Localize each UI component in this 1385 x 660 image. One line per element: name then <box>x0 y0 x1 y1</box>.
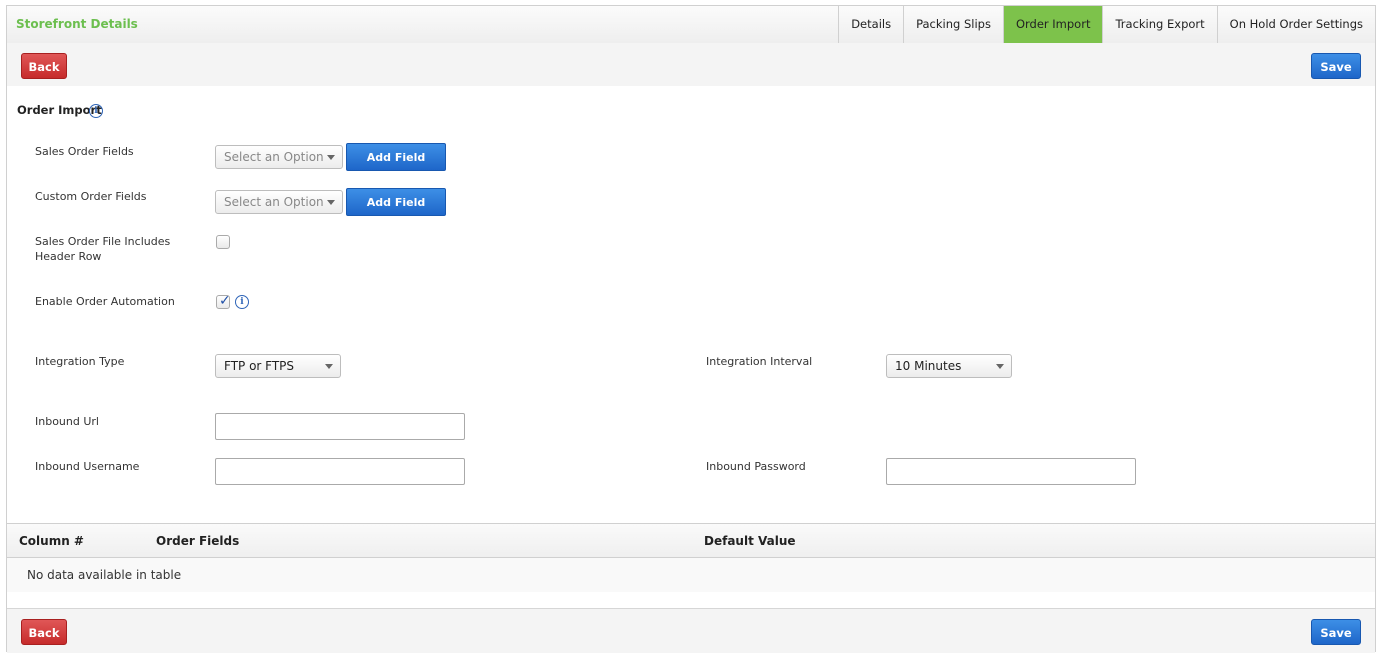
chevron-down-icon <box>327 200 335 205</box>
header-row-label-line1: Sales Order File Includes <box>35 235 171 248</box>
order-fields-header[interactable]: Order Fields <box>156 534 239 548</box>
sales-order-fields-placeholder: Select an Option <box>224 150 324 164</box>
tab-on-hold-order-settings[interactable]: On Hold Order Settings <box>1216 6 1375 43</box>
back-button[interactable]: Back <box>21 53 67 79</box>
inbound-username-label: Inbound Username <box>35 460 140 473</box>
integration-type-select[interactable]: FTP or FTPS <box>215 354 341 378</box>
chevron-down-icon <box>996 364 1004 369</box>
inbound-url-label: Inbound Url <box>35 415 99 428</box>
tab-details[interactable]: Details <box>838 6 903 43</box>
custom-order-fields-placeholder: Select an Option <box>224 195 324 209</box>
integration-type-label: Integration Type <box>35 355 125 368</box>
add-custom-order-field-button[interactable]: Add Field <box>346 188 446 216</box>
custom-order-fields-select[interactable]: Select an Option <box>215 190 343 214</box>
sales-order-fields-select[interactable]: Select an Option <box>215 145 343 169</box>
custom-order-fields-label: Custom Order Fields <box>35 190 147 203</box>
column-number-header[interactable]: Column # <box>19 534 84 548</box>
chevron-down-icon <box>325 364 333 369</box>
default-value-header[interactable]: Default Value <box>704 534 796 548</box>
storefront-panel: Storefront Details Details Packing Slips… <box>6 5 1376 653</box>
save-button[interactable]: Save <box>1311 53 1361 79</box>
inbound-username-input[interactable] <box>215 458 465 485</box>
chevron-down-icon <box>327 155 335 160</box>
tab-bar: Details Packing Slips Order Import Track… <box>838 6 1375 43</box>
back-button-bottom[interactable]: Back <box>21 619 67 645</box>
integration-interval-value: 10 Minutes <box>895 359 962 373</box>
integration-interval-label: Integration Interval <box>706 355 813 368</box>
info-icon[interactable]: i <box>89 104 103 118</box>
inbound-password-input[interactable] <box>886 458 1136 485</box>
top-toolbar: Back Save <box>7 43 1375 86</box>
inbound-password-label: Inbound Password <box>706 460 806 473</box>
order-fields-table-header: Column # Order Fields Default Value <box>7 523 1375 558</box>
integration-type-value: FTP or FTPS <box>224 359 295 373</box>
sales-order-fields-label: Sales Order Fields <box>35 145 134 158</box>
bottom-toolbar: Back Save <box>7 608 1375 653</box>
save-button-bottom[interactable]: Save <box>1311 619 1361 645</box>
tab-tracking-export[interactable]: Tracking Export <box>1102 6 1216 43</box>
tab-packing-slips[interactable]: Packing Slips <box>903 6 1003 43</box>
checkmark-icon: ✓ <box>219 293 231 309</box>
header-row-checkbox[interactable] <box>216 235 230 249</box>
page-title: Storefront Details <box>16 17 138 31</box>
tab-order-import[interactable]: Order Import <box>1002 6 1103 43</box>
empty-table-message: No data available in table <box>27 568 182 582</box>
order-automation-label: Enable Order Automation <box>35 295 175 308</box>
table-row: No data available in table <box>7 558 1375 592</box>
add-sales-order-field-button[interactable]: Add Field <box>346 143 446 171</box>
panel-header: Storefront Details Details Packing Slips… <box>7 6 1375 44</box>
info-icon[interactable]: i <box>235 295 249 309</box>
header-row-label-line2: Header Row <box>35 250 102 263</box>
order-automation-checkbox[interactable]: ✓ <box>216 293 231 309</box>
inbound-url-input[interactable] <box>215 413 465 440</box>
integration-interval-select[interactable]: 10 Minutes <box>886 354 1012 378</box>
header-row-label: Sales Order File Includes Header Row <box>35 234 170 264</box>
